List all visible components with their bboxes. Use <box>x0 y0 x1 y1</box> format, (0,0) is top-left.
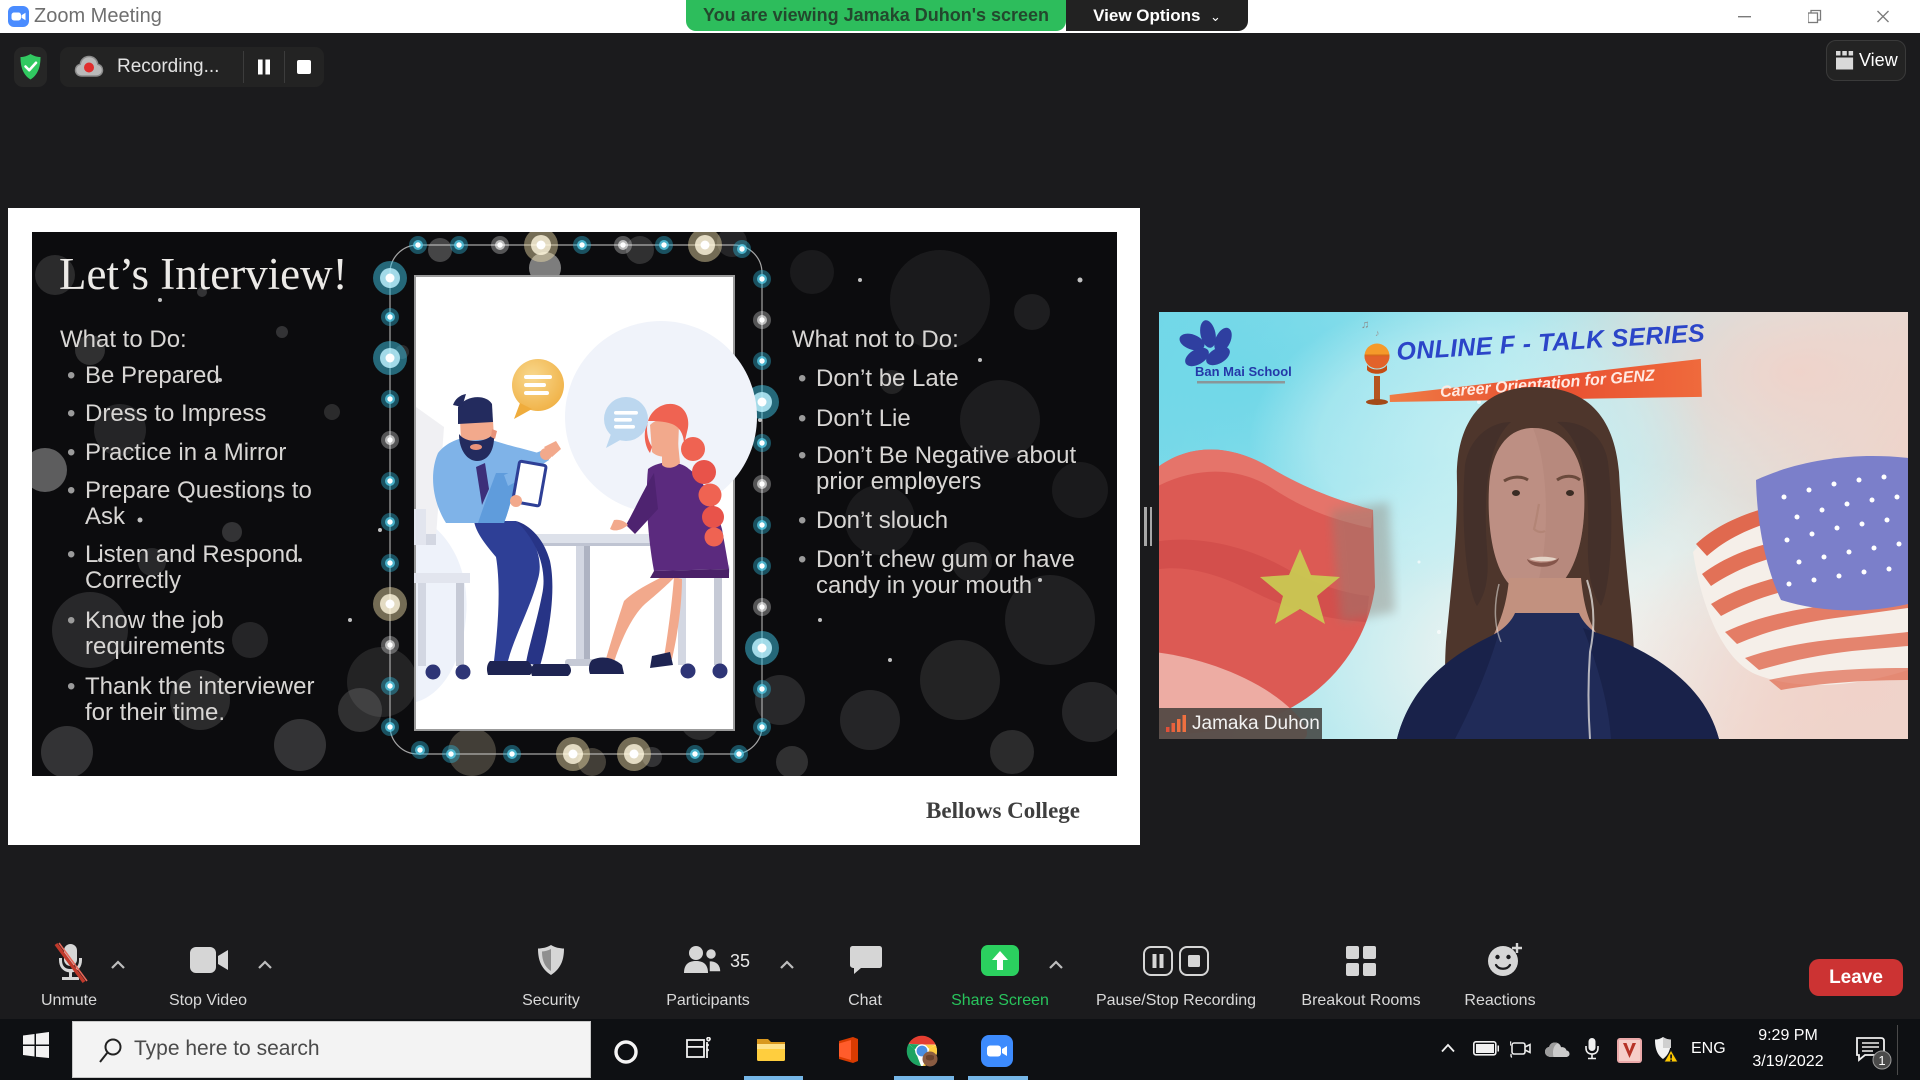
svg-text:♫: ♫ <box>1361 319 1369 331</box>
svg-text:♪: ♪ <box>1375 328 1380 338</box>
svg-text:Ban Mai School: Ban Mai School <box>1195 364 1292 379</box>
svg-text:1: 1 <box>1878 1053 1885 1068</box>
